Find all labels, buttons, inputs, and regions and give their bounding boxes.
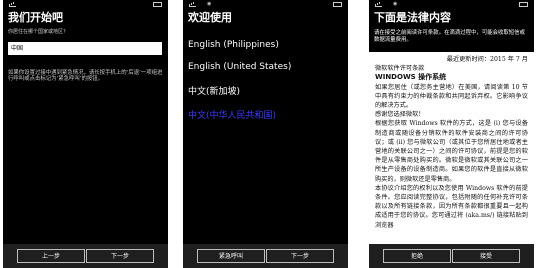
accept-button[interactable]: 接受 xyxy=(452,249,520,263)
country-select[interactable]: 中国 xyxy=(8,42,162,55)
decline-button[interactable]: 拒绝 xyxy=(383,249,451,263)
next-button[interactable]: 下一步 xyxy=(86,249,154,263)
signal-icon xyxy=(189,2,196,7)
phone-screen-language: ◉ 欢迎使用 English (Philippines) English (Un… xyxy=(183,0,348,268)
language-option-selected[interactable]: 中文(中华人民共和国) xyxy=(188,108,276,121)
app-bar: 上一步 下一步 xyxy=(3,244,168,268)
page-title: 欢迎使用 xyxy=(188,11,232,24)
license-document[interactable]: 最近更新时间：2015 年 7 月 微软软件许可条款 WINDOWS 操作系统 … xyxy=(369,52,534,244)
status-bar: ◉ xyxy=(187,1,344,7)
license-paragraph: 根据您获取 Windows 软件的方式，这是 (i) 您与设备制造商或随设备分销… xyxy=(375,120,528,183)
page-title: 下面是法律内容 xyxy=(374,11,451,24)
product-name: WINDOWS 操作系统 xyxy=(375,73,447,82)
status-bar: ◉ xyxy=(373,1,530,7)
legal-intro: 请在接受之前阅读许可条款。在滴滴过程中，可能会收取短信或数据流量费用。 xyxy=(374,30,525,43)
wifi-icon: ◉ xyxy=(207,1,212,7)
country-label: 你居住在哪个国家或地区? xyxy=(8,29,66,35)
effective-date: 最近更新时间：2015 年 7 月 xyxy=(446,56,528,63)
license-thanks: 感谢您选择微软！ xyxy=(375,111,425,119)
license-paragraph: 本协议介绍您的权利以及您使用 Windows 软件的前提条件。您应阅读完整协议，… xyxy=(375,184,528,229)
next-button[interactable]: 下一步 xyxy=(266,249,334,263)
language-option[interactable]: English (Philippines) xyxy=(188,40,279,50)
app-bar: 紧急呼叫 下一步 xyxy=(183,244,348,268)
phone-screen-legal: ◉ 下面是法律内容 请在接受之前阅读许可条款。在滴滴过程中，可能会收取短信或数据… xyxy=(369,0,534,268)
wifi-icon: ◉ xyxy=(393,1,398,7)
battery-icon xyxy=(519,2,528,7)
app-bar: 拒绝 接受 xyxy=(369,244,534,268)
phone-screen-region: 我们开始吧 你居住在哪个国家或地区? 中国 如果你设置过接中遇到紧急情况，请长按… xyxy=(3,0,168,268)
language-option[interactable]: 中文(新加坡) xyxy=(188,84,240,97)
battery-icon xyxy=(333,2,342,7)
status-bar xyxy=(7,1,164,7)
signal-icon xyxy=(375,2,382,7)
signal-icon xyxy=(9,2,16,7)
battery-icon xyxy=(153,2,162,7)
page-title: 我们开始吧 xyxy=(8,11,63,24)
back-button[interactable]: 上一步 xyxy=(17,249,85,263)
language-option[interactable]: English (United States) xyxy=(188,62,291,72)
emergency-call-button[interactable]: 紧急呼叫 xyxy=(197,249,265,263)
emergency-description: 如果你设置过接中遇到紧急情况，请长按手机上的‘后退’一项组进行呼叫或点击标记为‘… xyxy=(8,70,163,83)
license-paragraph: 如果您居住（或您务主营地）在美国，请阅读第 10 节中具有约束力的仲裁条款和共同… xyxy=(375,83,528,110)
